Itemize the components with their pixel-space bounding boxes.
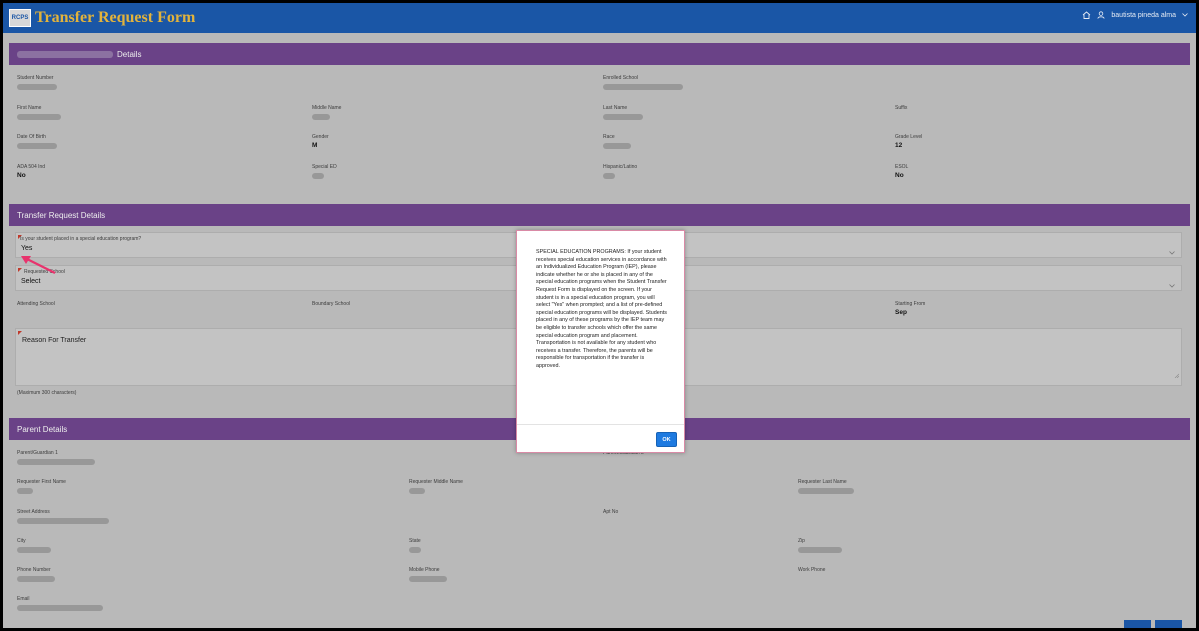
- parent-details-title: Parent Details: [17, 424, 68, 434]
- chevron-down-icon: [1169, 275, 1175, 293]
- page-title: Transfer Request Form: [35, 9, 196, 26]
- starting-from-field: Starting From Sep: [895, 301, 926, 316]
- dob-field: Date Of Birth: [17, 134, 57, 151]
- chevron-down-icon[interactable]: [1182, 13, 1188, 17]
- street-address-field: Street Address: [17, 509, 109, 526]
- transfer-details-header: Transfer Request Details: [9, 204, 1190, 226]
- bottom-action-button-1[interactable]: [1124, 620, 1151, 628]
- transfer-details-title: Transfer Request Details: [17, 210, 106, 220]
- student-number-field: Student Number: [17, 75, 57, 92]
- last-name-field: Last Name: [603, 105, 643, 122]
- dialog-divider: [517, 424, 684, 425]
- user-area: bautista pineda alma: [1082, 11, 1188, 19]
- boundary-school-field: Boundary School: [312, 301, 351, 307]
- requester-first-name-field: Requester First Name: [17, 479, 66, 496]
- ada-field: ADA 504 Ind No: [17, 164, 46, 179]
- special-ed-field: Special ED: [312, 164, 337, 181]
- first-name-field: First Name: [17, 105, 61, 122]
- middle-name-field: Middle Name: [312, 105, 341, 122]
- chevron-down-icon: [1169, 242, 1175, 260]
- guardian1-field: Parent/Guardian 1: [17, 450, 95, 467]
- reason-hint: (Maximum 300 characters): [17, 390, 77, 396]
- requester-middle-name-field: Requester Middle Name: [409, 479, 463, 496]
- apt-no-field: Apt No: [603, 509, 619, 515]
- grade-level-field: Grade Level 12: [895, 134, 923, 149]
- annotation-arrow-icon: [21, 256, 56, 274]
- resize-handle-icon[interactable]: [1174, 365, 1180, 383]
- attending-school-field: Attending School: [17, 301, 55, 307]
- gender-field: Gender M: [312, 134, 329, 149]
- suffix-field: Suffix: [895, 105, 908, 111]
- esol-field: ESOL No: [895, 164, 909, 179]
- app-window: RCPS Transfer Request Form bautista pine…: [3, 3, 1196, 628]
- hispanic-field: Hispanic/Latino: [603, 164, 637, 181]
- student-details-title: Details: [117, 49, 142, 59]
- work-phone-field: Work Phone: [798, 567, 826, 573]
- home-icon[interactable]: [1082, 11, 1091, 19]
- state-field: State: [409, 538, 421, 555]
- city-field: City: [17, 538, 51, 555]
- zip-field: Zip: [798, 538, 842, 555]
- requester-last-name-field: Requester Last Name: [798, 479, 854, 496]
- enrolled-school-field: Enrolled School: [603, 75, 683, 92]
- bottom-action-button-2[interactable]: [1155, 620, 1182, 628]
- student-name-redacted: [17, 50, 113, 58]
- school-logo: RCPS: [9, 9, 31, 27]
- ok-button[interactable]: OK: [656, 432, 677, 447]
- phone-number-field: Phone Number: [17, 567, 55, 584]
- user-icon: [1097, 11, 1105, 19]
- mobile-phone-field: Mobile Phone: [409, 567, 447, 584]
- info-dialog: SPECIAL EDUCATION PROGRAMS: If your stud…: [516, 230, 685, 453]
- top-bar: RCPS Transfer Request Form bautista pine…: [3, 3, 1196, 33]
- dialog-message: SPECIAL EDUCATION PROGRAMS: If your stud…: [536, 249, 667, 369]
- student-details-header: Details: [9, 43, 1190, 65]
- required-marker: [18, 331, 22, 335]
- email-field: Email: [17, 596, 103, 613]
- user-name[interactable]: bautista pineda alma: [1111, 12, 1176, 19]
- race-field: Race: [603, 134, 631, 151]
